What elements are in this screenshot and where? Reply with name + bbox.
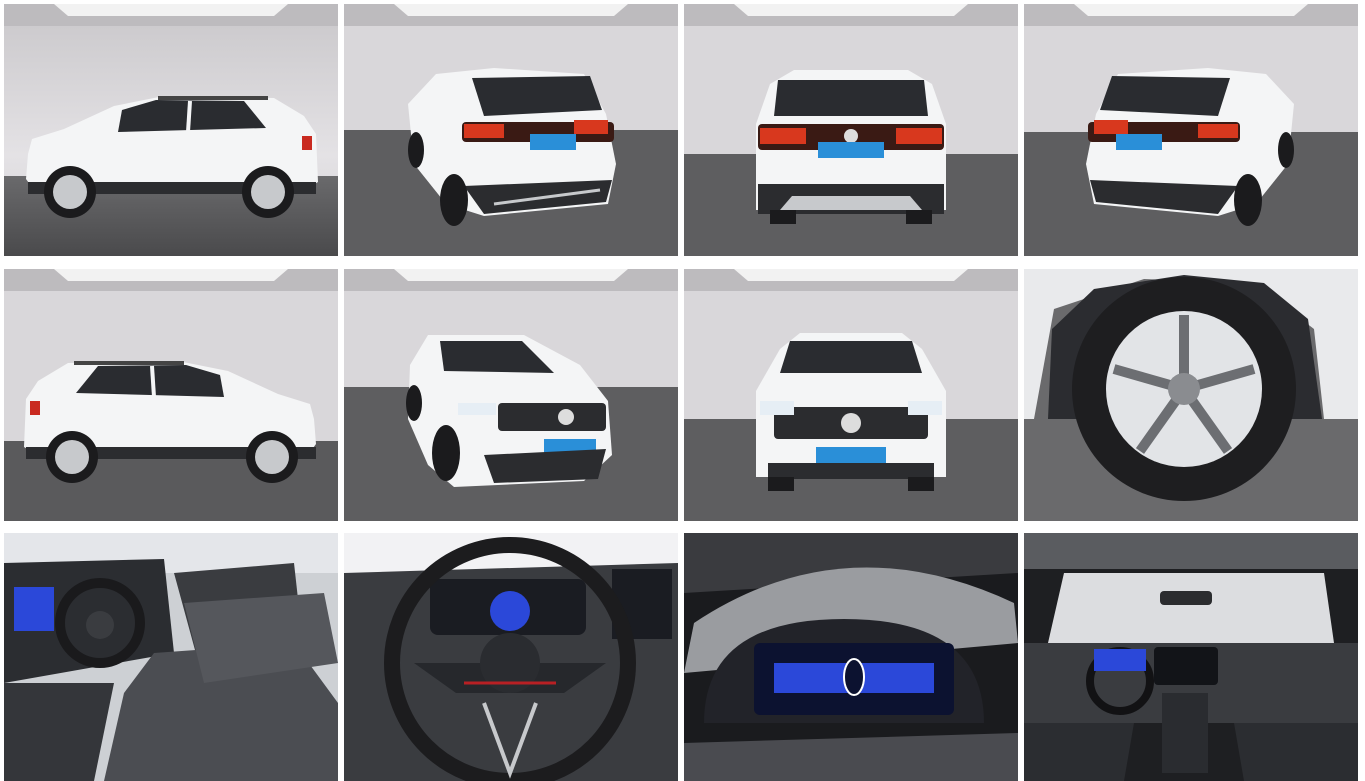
interior-driver-seat-photo — [4, 533, 338, 781]
steering-wheel-photo — [344, 533, 678, 781]
dashboard-rear-view-photo — [1024, 533, 1358, 781]
photo-tile-front-three-quarter-left[interactable] — [344, 269, 678, 521]
photo-tile-digital-cockpit[interactable] — [684, 533, 1018, 781]
photo-tile-steering-wheel[interactable] — [344, 533, 678, 781]
photo-tile-interior-driver-seat[interactable] — [4, 533, 338, 781]
photo-tile-rear-three-quarter-right[interactable] — [1024, 4, 1358, 256]
photo-tile-rear[interactable] — [684, 4, 1018, 256]
photo-gallery-grid — [0, 0, 1365, 781]
car-side-right-photo — [4, 269, 338, 521]
car-rear-three-quarter-left-photo — [344, 4, 678, 256]
photo-tile-rear-three-quarter-left[interactable] — [344, 4, 678, 256]
photo-tile-side-left[interactable] — [4, 4, 338, 256]
car-rear-three-quarter-right-photo — [1024, 4, 1358, 256]
car-front-three-quarter-left-photo — [344, 269, 678, 521]
photo-tile-wheel-closeup[interactable] — [1024, 269, 1358, 521]
car-front-photo — [684, 269, 1018, 521]
photo-tile-front[interactable] — [684, 269, 1018, 521]
photo-tile-dashboard-rear-view[interactable] — [1024, 533, 1358, 781]
car-side-left-photo — [4, 4, 338, 256]
wheel-closeup-photo — [1024, 269, 1358, 521]
car-rear-photo — [684, 4, 1018, 256]
digital-cockpit-photo — [684, 533, 1018, 781]
photo-tile-side-right[interactable] — [4, 269, 338, 521]
